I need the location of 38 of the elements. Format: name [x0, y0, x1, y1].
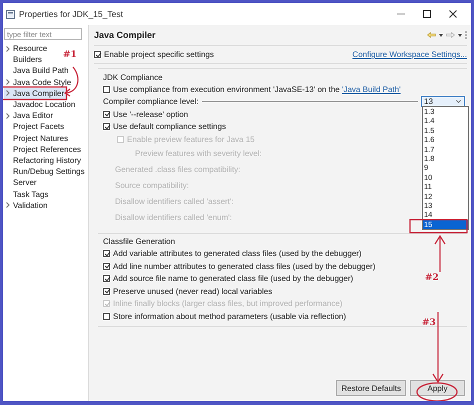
- tree-item[interactable]: Refactoring History: [4, 154, 84, 166]
- page-title: Java Compiler: [94, 30, 156, 40]
- option-label: Source compatibility:: [115, 181, 189, 190]
- tree-item[interactable]: Validation: [4, 200, 50, 211]
- tree-item[interactable]: Javadoc Location: [4, 98, 78, 110]
- option-label: Preview features with severity level:: [135, 149, 262, 158]
- tree-item[interactable]: Task Tags: [4, 188, 50, 200]
- enable-checkbox[interactable]: Enable project specific settings: [94, 50, 214, 59]
- compliance-select[interactable]: 13: [421, 96, 465, 108]
- tree-item[interactable]: Project Facets: [4, 121, 66, 132]
- tree-item[interactable]: Run/Debug Settings: [4, 166, 87, 178]
- option-label: Disallow identifiers called 'assert':: [115, 197, 234, 206]
- annotation-label: #2: [425, 273, 439, 283]
- group-title: Classfile Generation: [103, 236, 176, 248]
- option-checkbox[interactable]: Add line number attributes to generated class files (used by the debugger): [103, 260, 467, 272]
- option-checkbox[interactable]: Add variable attributes to generated class files (used by the debugger): [103, 248, 467, 260]
- apply-button[interactable]: Apply: [410, 380, 465, 396]
- tree-item[interactable]: Project Natures: [4, 132, 70, 144]
- option-label: Use compliance from execution environment 'JavaSE-13' on the 'Java Build Path': [113, 84, 401, 94]
- compliance-label: Compiler compliance level:: [103, 97, 199, 106]
- option-checkbox[interactable]: Preserve unused (never read) local variables: [103, 285, 467, 298]
- tree-item[interactable]: Resource: [4, 43, 50, 54]
- tree-item[interactable]: Project References: [4, 144, 84, 155]
- tree-item[interactable]: Builders: [4, 54, 44, 66]
- tree-item[interactable]: Java Code Style: [4, 76, 74, 88]
- tree-item[interactable]: Java Editor: [4, 110, 56, 122]
- tree-item[interactable]: Java Compiler: [4, 88, 66, 99]
- annotation-label: #3: [422, 318, 436, 328]
- build-path-link[interactable]: 'Java Build Path': [342, 84, 401, 94]
- restore-defaults-button[interactable]: Restore Defaults: [336, 380, 406, 396]
- window-title: Properties for JDK_15_Test: [19, 9, 123, 19]
- tree-item[interactable]: Java Build Path: [4, 65, 71, 77]
- configure-link[interactable]: Configure Workspace Settings...: [352, 50, 467, 59]
- group-title: JDK Compliance: [103, 72, 164, 83]
- annotation-label: #1: [63, 50, 77, 60]
- option-label: Generated .class files compatibility:: [115, 165, 240, 174]
- tree-item[interactable]: Server: [4, 177, 39, 188]
- option-label: Disallow identifiers called 'enum':: [115, 213, 232, 222]
